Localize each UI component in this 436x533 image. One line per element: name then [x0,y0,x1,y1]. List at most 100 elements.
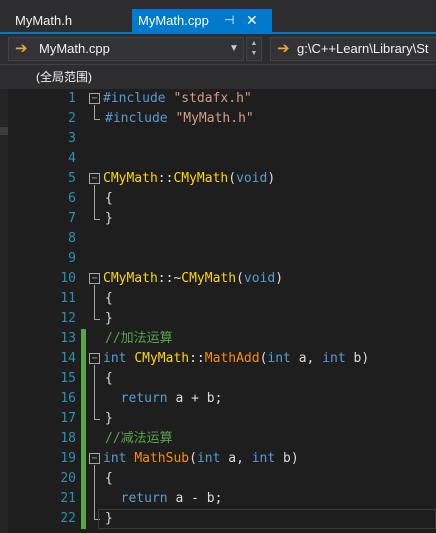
code-line[interactable]: 14 − int CMyMath::MathAdd(int a, int b) [0,349,436,369]
current-line-highlight [98,509,436,529]
code-text: #include "stdafx.h" [103,89,252,109]
code-token: int [251,451,276,466]
line-number: 5 [68,171,76,186]
code-line[interactable]: 18 //减法运算 [0,429,436,449]
code-token: CMyMath [181,271,237,286]
pin-icon[interactable]: ⊣ [224,9,234,32]
code-line[interactable]: 19− int MathSub(int a, int b) [0,449,436,469]
code-token: MathAdd [204,351,260,366]
path-dropdown-value: g:\C++Learn\Library\St [297,41,429,56]
code-line[interactable]: 17} [0,409,436,429]
code-line[interactable]: 3 [0,129,436,149]
tab-label: MyMath.h [15,13,73,28]
code-token: a - b; [167,491,223,506]
collapse-icon[interactable]: − [89,453,100,464]
code-token: } [105,211,113,226]
code-line[interactable]: 21 return a - b; [0,489,436,509]
collapse-icon[interactable]: − [89,273,100,284]
code-token: int [196,451,221,466]
code-line[interactable]: 10 − CMyMath::~CMyMath(void) [0,269,436,289]
code-line[interactable]: 1 − #include "stdafx.h" [0,89,436,109]
code-line[interactable]: 6{ [0,189,436,209]
code-line[interactable]: 5− CMyMath::CMyMath(void) [0,169,436,189]
change-marker [81,449,86,469]
file-dropdown[interactable]: ➔ MyMath.cpp ▼ [8,37,244,61]
path-dropdown[interactable]: ➔ g:\C++Learn\Library\St [270,37,436,61]
code-token: void [236,171,268,186]
code-text: #include "MyMath.h" [105,109,254,129]
code-token: MathSub [134,451,190,466]
line-number: 18 [60,431,76,446]
code-line[interactable]: 13 //加法运算 [0,329,436,349]
chevron-down-icon[interactable]: ▼ [229,38,239,60]
close-icon[interactable]: ✕ [246,9,258,32]
line-number: 10 [60,271,76,286]
line-number: 4 [68,151,76,166]
arrow-up-icon[interactable]: ▲ [247,39,261,49]
code-editor[interactable]: 1− #include "stdafx.h" 2 #include "MyMath.h… [0,89,436,533]
scope-label: (全局范围) [36,70,92,84]
change-marker [81,389,86,409]
code-line[interactable]: 4 [0,149,436,169]
code-token: int [103,451,135,466]
line-number: 13 [60,331,76,346]
document-tab-strip: MyMath.h MyMath.cpp ⊣ ✕ [0,0,436,32]
code-line[interactable]: 8 [0,229,436,249]
code-token: { [105,191,113,206]
code-line[interactable]: 12} [0,309,436,329]
code-text: { [105,289,113,309]
code-token: void [243,271,276,286]
line-number: 2 [68,111,76,126]
line-number: 11 [60,291,76,306]
code-text: } [105,209,113,229]
collapse-icon[interactable]: − [89,173,100,184]
code-line[interactable]: 20 { [0,469,436,489]
fold-guide [94,365,95,419]
fold-guide [94,105,95,119]
line-number: 16 [60,391,76,406]
arrow-right-icon: ➔ [277,40,290,57]
code-line[interactable]: 9 [0,249,436,269]
collapse-icon[interactable]: − [89,93,100,104]
code-text: { [105,189,113,209]
tab-mymath-h[interactable]: MyMath.h [0,9,130,32]
code-line[interactable]: 7} [0,209,436,229]
code-token: "MyMath.h" [175,111,254,126]
code-token: ( [228,171,237,186]
change-marker [81,369,86,389]
code-token: CMyMath [173,171,229,186]
change-marker [81,349,86,369]
line-number: 15 [60,371,76,386]
code-line[interactable]: 2 #include "MyMath.h" [0,109,436,129]
tab-mymath-cpp[interactable]: MyMath.cpp ⊣ ✕ [132,9,272,32]
code-token: { [105,371,113,386]
scope-bar[interactable]: (全局范围) [0,64,436,89]
code-token: :: [189,351,205,366]
code-line[interactable]: 11 { [0,289,436,309]
line-number: 6 [68,191,76,206]
code-token: CMyMath [103,271,158,286]
line-number: 12 [60,311,76,326]
line-number: 22 [60,511,76,526]
split-spinner[interactable]: ▲ ▼ [246,37,262,61]
fold-guide-end [94,219,100,220]
code-token: ( [189,451,197,466]
code-token: #include [103,91,174,106]
code-text: int CMyMath::MathAdd(int a, int b) [103,349,369,369]
code-token: :: [157,171,174,186]
code-token: ) [275,271,284,286]
line-number: 7 [68,211,76,226]
code-text: //加法运算 [105,329,173,349]
change-marker [81,329,86,349]
code-token: { [105,471,113,486]
arrow-down-icon[interactable]: ▼ [247,49,261,59]
code-token: ( [236,271,244,286]
code-text: CMyMath::~CMyMath(void) [103,269,283,289]
code-text: return a - b; [105,489,223,509]
code-token: CMyMath [103,171,158,186]
collapse-icon[interactable]: − [89,353,100,364]
code-line[interactable]: 15 { [0,369,436,389]
code-text: } [105,409,113,429]
code-line[interactable]: 16 return a + b; [0,389,436,409]
line-number: 19 [60,451,76,466]
